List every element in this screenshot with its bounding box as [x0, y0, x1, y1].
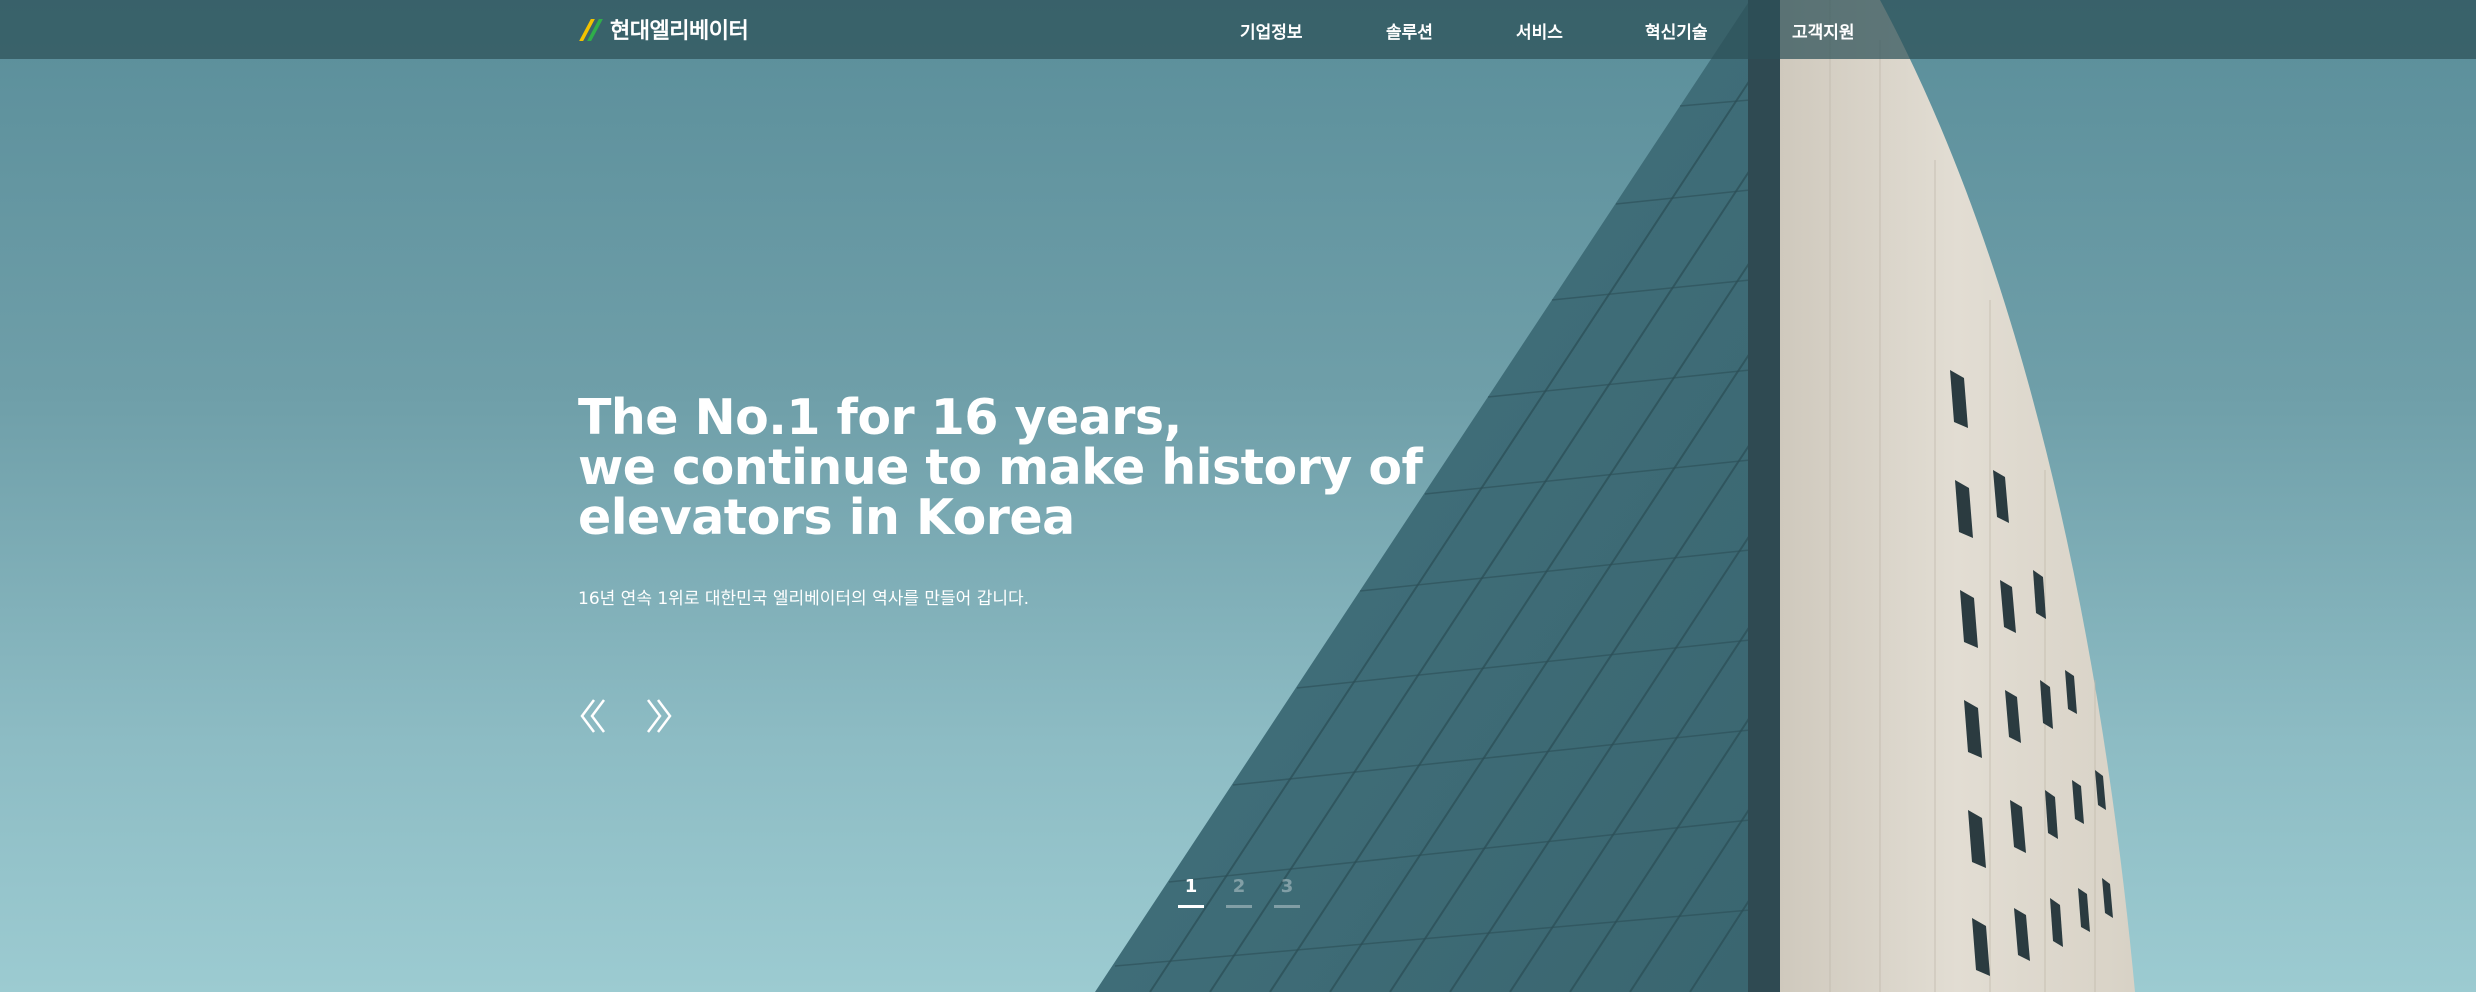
pagination-number: 2 — [1232, 876, 1246, 897]
pagination-page-2[interactable]: 2 — [1226, 876, 1252, 908]
pagination-bar — [1226, 905, 1252, 908]
pagination-page-3[interactable]: 3 — [1274, 876, 1300, 908]
nav-item-innovation[interactable]: 혁신기술 — [1645, 18, 1708, 43]
pagination-number: 3 — [1280, 876, 1294, 897]
nav-item-company-info[interactable]: 기업정보 — [1240, 18, 1303, 43]
hero-subtitle: 16년 연속 1위로 대한민국 엘리베이터의 역사를 만들어 갑니다. — [578, 589, 1030, 609]
pagination-page-1[interactable]: 1 — [1178, 876, 1204, 908]
double-chevron-left-icon — [580, 699, 605, 733]
hero-title-line: we continue to make history of — [578, 439, 1423, 496]
pagination-number: 1 — [1184, 876, 1198, 897]
pagination-bar — [1178, 905, 1204, 908]
double-chevron-right-icon — [647, 699, 672, 733]
top-header: 현대엘리베이터 기업정보 솔루션 서비스 혁신기술 고객지원 — [0, 0, 2476, 59]
pagination-bar — [1274, 905, 1300, 908]
prev-slide-button[interactable] — [578, 696, 612, 736]
hero-page: 현대엘리베이터 기업정보 솔루션 서비스 혁신기술 고객지원 The No.1 … — [0, 0, 2476, 992]
nav-item-services[interactable]: 서비스 — [1516, 18, 1563, 43]
hero-title-line: The No.1 for 16 years, — [578, 389, 1182, 446]
hero-title: The No.1 for 16 years, we continue to ma… — [578, 393, 1478, 543]
next-slide-button[interactable] — [640, 696, 674, 736]
nav-item-customer-support[interactable]: 고객지원 — [1792, 18, 1855, 43]
main-nav: 기업정보 솔루션 서비스 혁신기술 고객지원 — [0, 0, 2476, 59]
hero-title-line: elevators in Korea — [578, 489, 1075, 546]
nav-item-solutions[interactable]: 솔루션 — [1386, 18, 1433, 43]
